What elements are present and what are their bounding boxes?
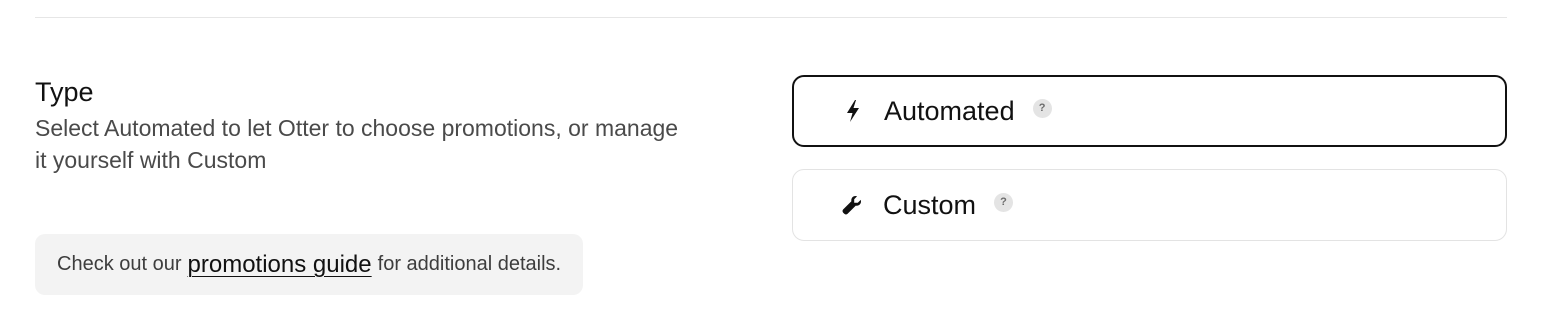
promotion-type-section: Type Select Automated to let Otter to ch… — [0, 0, 1542, 310]
help-icon[interactable]: ? — [994, 192, 1014, 212]
lightning-bolt-icon — [842, 99, 864, 123]
guide-note-prefix: Check out our — [57, 253, 182, 275]
guide-note-suffix: for additional details. — [377, 253, 562, 275]
option-automated[interactable]: Automated ? — [792, 75, 1507, 147]
wrench-icon — [841, 193, 863, 217]
divider — [35, 17, 1507, 18]
section-description: Select Automated to let Otter to choose … — [35, 115, 679, 173]
help-icon[interactable]: ? — [1032, 98, 1052, 118]
section-header: Type Select Automated to let Otter to ch… — [35, 74, 735, 176]
option-label: Custom — [883, 189, 977, 220]
guide-note: Check out our promotions guide for addit… — [35, 234, 584, 295]
section-title: Type — [35, 77, 94, 107]
promotions-guide-link[interactable]: promotions guide — [188, 251, 372, 279]
option-custom[interactable]: Custom ? — [792, 169, 1507, 241]
option-label: Automated — [884, 95, 1015, 126]
